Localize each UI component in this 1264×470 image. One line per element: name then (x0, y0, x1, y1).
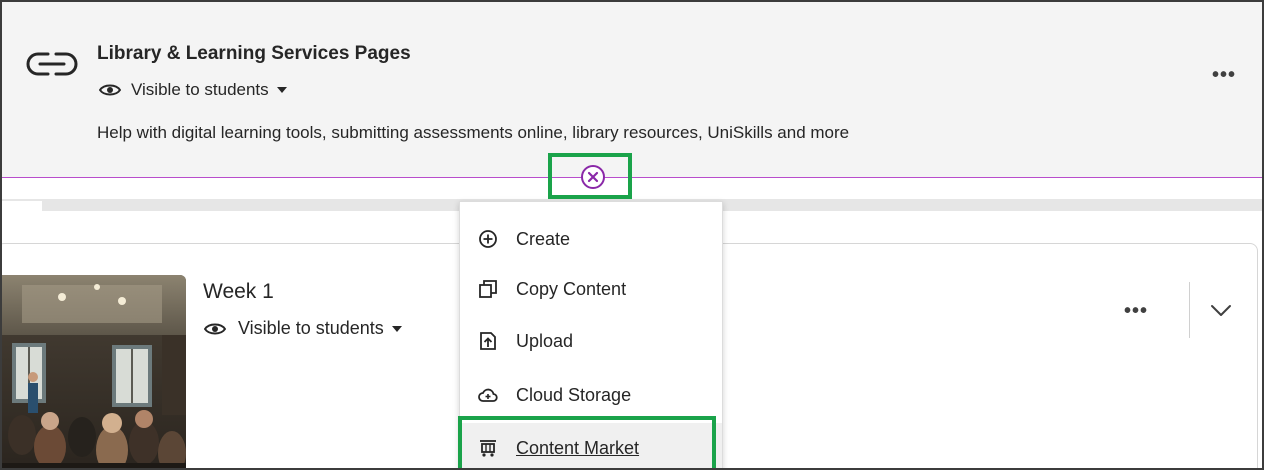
visibility-label: Visible to students (131, 80, 269, 99)
separator-band-gap (2, 201, 42, 211)
menu-item-label: Copy Content (516, 278, 627, 299)
screen-frame: Library & Learning Services Pages Visibl… (0, 0, 1264, 470)
menu-item-create[interactable]: Create (460, 214, 722, 264)
cloud-storage-icon (478, 388, 498, 402)
folder-visibility-dropdown[interactable]: Visible to students (204, 318, 402, 339)
link-item-title[interactable]: Library & Learning Services Pages (97, 43, 411, 65)
add-content-divider (2, 177, 1262, 178)
eye-icon (99, 84, 121, 96)
link-item-description: Help with digital learning tools, submit… (97, 123, 850, 142)
menu-item-cloud-storage[interactable]: Cloud Storage (460, 370, 722, 420)
link-icon (26, 52, 78, 76)
upload-icon (480, 332, 496, 350)
more-options-button[interactable]: ••• (1212, 64, 1236, 87)
copy-icon (479, 280, 497, 298)
menu-item-label: Cloud Storage (516, 384, 632, 405)
visibility-label: Visible to students (238, 318, 384, 338)
visibility-dropdown[interactable]: Visible to students (99, 80, 287, 100)
folder-more-options-button[interactable]: ••• (1124, 300, 1148, 323)
plus-circle-icon (479, 230, 497, 248)
folder-thumbnail-image (2, 275, 186, 468)
vertical-divider (1189, 282, 1190, 338)
link-content-item: Library & Learning Services Pages Visibl… (2, 2, 1262, 178)
caret-down-icon (276, 87, 287, 93)
highlight-box-close (548, 153, 632, 199)
highlight-box-content-market (458, 416, 716, 468)
menu-item-label: Upload (516, 330, 574, 351)
folder-title[interactable]: Week 1 (203, 280, 274, 304)
menu-item-upload[interactable]: Upload (460, 316, 722, 366)
eye-icon (204, 323, 226, 334)
caret-down-icon (391, 325, 402, 332)
menu-item-copy-content[interactable]: Copy Content (460, 264, 722, 314)
chevron-down-icon[interactable] (1210, 304, 1232, 318)
menu-item-label: Create (516, 228, 571, 249)
